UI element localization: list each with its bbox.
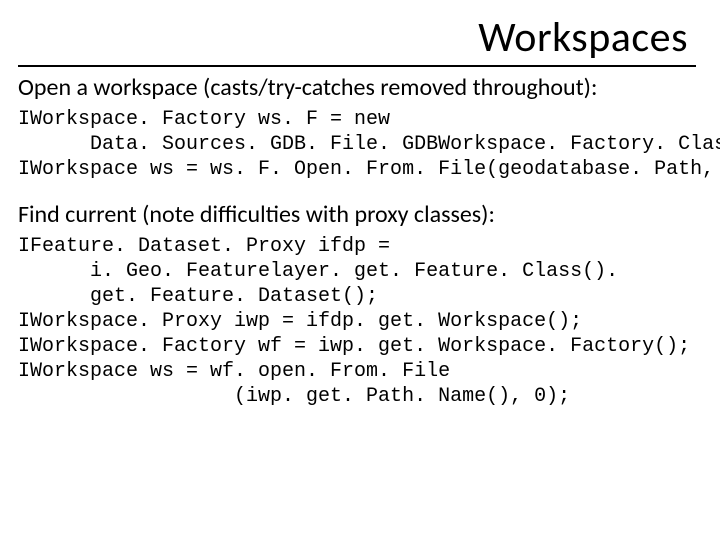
section-heading-find-current: Find current (note difficulties with pro… — [18, 200, 696, 230]
section-heading-open-workspace: Open a workspace (casts/try-catches remo… — [18, 73, 696, 103]
title-divider — [18, 65, 696, 67]
page-title: Workspaces — [18, 12, 688, 63]
code-block-find-current: IFeature. Dataset. Proxy ifdp = i. Geo. … — [18, 234, 696, 409]
code-block-open-workspace: IWorkspace. Factory ws. F = new Data. So… — [18, 107, 696, 182]
slide: Workspaces Open a workspace (casts/try-c… — [0, 0, 720, 540]
